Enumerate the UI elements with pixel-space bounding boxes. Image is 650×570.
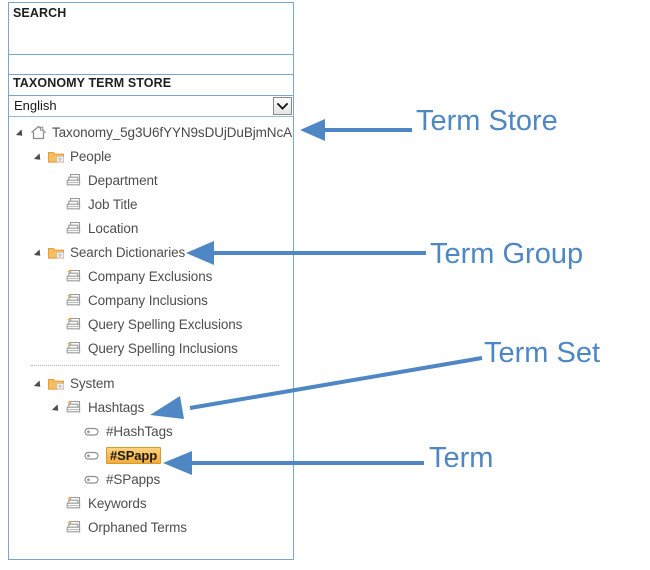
- tree-item-label: Query Spelling Inclusions: [88, 340, 238, 356]
- tree-item-company-inclusions[interactable]: Company Inclusions: [9, 288, 293, 312]
- tree-item-label: #HashTags: [106, 423, 173, 439]
- search-input-area[interactable]: [9, 55, 293, 75]
- tree-item-label: Search Dictionaries: [70, 244, 186, 260]
- tree-item-spapp-term[interactable]: #SPapp: [9, 443, 293, 467]
- annotation-arrow-term-store: [300, 119, 412, 141]
- language-select-value: English: [14, 98, 57, 113]
- termset-system-icon: [65, 399, 84, 416]
- termset-system-icon: [65, 316, 84, 333]
- tree-item-label: Department: [88, 172, 158, 188]
- termset-system-icon: [65, 519, 84, 536]
- term-store-section-header: TAXONOMY TERM STORE: [9, 75, 293, 96]
- tree-item-location[interactable]: Location: [9, 216, 293, 240]
- expand-triangle-icon[interactable]: [35, 151, 45, 161]
- tree-item-people[interactable]: People: [9, 144, 293, 168]
- tree-item-label: Orphaned Terms: [88, 519, 187, 535]
- tree-item-label: Keywords: [88, 495, 147, 511]
- tree-item-label: System: [70, 375, 115, 391]
- tree-item-label: Company Inclusions: [88, 292, 208, 308]
- termset-system-icon: [65, 495, 84, 512]
- term-tag-icon: [83, 447, 102, 464]
- language-select[interactable]: English: [9, 96, 293, 117]
- tree-item-label: Query Spelling Exclusions: [88, 316, 243, 332]
- tree-item-company-exclusions[interactable]: Company Exclusions: [9, 264, 293, 288]
- tree-item-job-title[interactable]: Job Title: [9, 192, 293, 216]
- term-store-heading: TAXONOMY TERM STORE: [13, 76, 172, 90]
- search-section: SEARCH: [9, 3, 293, 55]
- tree-item-hashtags-term[interactable]: #HashTags: [9, 419, 293, 443]
- annotation-label-term-group: Term Group: [430, 238, 584, 270]
- term-tag-icon: [83, 423, 102, 440]
- tree-item-search-dictionaries[interactable]: Search Dictionaries: [9, 240, 293, 264]
- taxonomy-tree[interactable]: Taxonomy_5g3U6fYYN9sDUjDuBjmNcA People Dep…: [9, 117, 293, 539]
- tree-item-taxonomy-store[interactable]: Taxonomy_5g3U6fYYN9sDUjDuBjmNcA: [9, 120, 293, 144]
- tree-item-orphaned-terms[interactable]: Orphaned Terms: [9, 515, 293, 539]
- home-icon: [29, 124, 48, 141]
- termset-icon: [65, 172, 84, 189]
- annotation-label-term: Term: [429, 442, 494, 474]
- termset-icon: [65, 220, 84, 237]
- folder-group-icon: [47, 148, 66, 165]
- tree-item-system[interactable]: System: [9, 371, 293, 395]
- tree-item-label: Taxonomy_5g3U6fYYN9sDUjDuBjmNcA: [52, 124, 292, 140]
- term-tag-icon: [83, 471, 102, 488]
- termset-system-icon: [65, 340, 84, 357]
- expand-triangle-icon[interactable]: [17, 127, 27, 137]
- folder-group-icon: [47, 244, 66, 261]
- tree-item-label: People: [70, 148, 112, 164]
- termset-system-icon: [65, 292, 84, 309]
- tree-item-hashtags[interactable]: Hashtags: [9, 395, 293, 419]
- tree-item-keywords[interactable]: Keywords: [9, 491, 293, 515]
- tree-item-query-spelling-exclusions[interactable]: Query Spelling Exclusions: [9, 312, 293, 336]
- expand-triangle-icon[interactable]: [35, 378, 45, 388]
- termset-system-icon: [65, 268, 84, 285]
- search-heading: SEARCH: [13, 6, 67, 20]
- taxonomy-term-store-panel: SEARCH TAXONOMY TERM STORE English Taxon…: [8, 2, 294, 560]
- tree-item-label: Location: [88, 220, 139, 236]
- termset-icon: [65, 196, 84, 213]
- expand-triangle-icon[interactable]: [53, 402, 63, 412]
- expand-triangle-icon[interactable]: [35, 247, 45, 257]
- folder-group-icon: [47, 375, 66, 392]
- tree-separator: [31, 365, 279, 366]
- tree-item-label: #SPapp: [106, 446, 162, 464]
- tree-item-label: Company Exclusions: [88, 268, 213, 284]
- tree-item-label: Hashtags: [88, 399, 145, 415]
- tree-item-label: Job Title: [88, 196, 138, 212]
- tree-item-label: #SPapps: [106, 471, 161, 487]
- tree-item-query-spelling-inclusions[interactable]: Query Spelling Inclusions: [9, 336, 293, 360]
- annotation-label-term-set: Term Set: [484, 337, 601, 369]
- annotation-label-term-store: Term Store: [416, 105, 558, 137]
- tree-item-department[interactable]: Department: [9, 168, 293, 192]
- tree-item-spapps-term[interactable]: #SPapps: [9, 467, 293, 491]
- chevron-down-icon[interactable]: [273, 97, 292, 115]
